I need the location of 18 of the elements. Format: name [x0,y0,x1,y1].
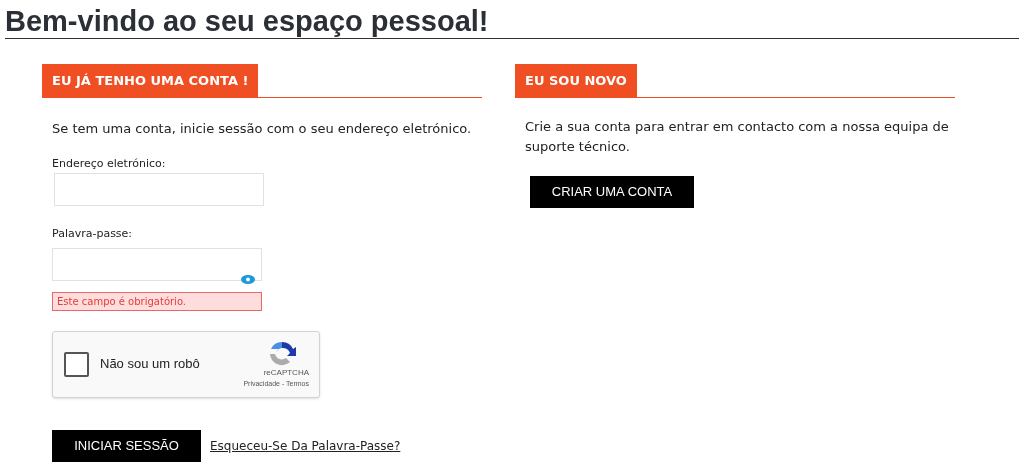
intro-text: Se tem uma conta, inicie sessão com o seu endereço eletrónico. [52,120,473,138]
section-heading: EU SOU NOVO [515,64,637,97]
error-message: Este campo é obrigatório. [52,291,262,311]
field-label: Endereço eletrónico: [52,155,167,172]
section-heading: EU JÁ TENHO UMA CONTA ! [42,64,259,97]
login-button[interactable]: INICIAR SESSÃO [52,429,201,462]
recaptcha-logo-icon [267,339,297,368]
email-field[interactable] [54,173,264,206]
intro-text: Crie a sua conta para entrar em contacto com a nossa equipa de suporte técnico. [525,118,950,156]
page-title: Bem-vindo ao seu espaço pessoal! [5,4,490,38]
field-label: Palavra-passe: [52,226,134,242]
captcha-brand: reCAPTCHA [263,367,309,378]
captcha-checkbox[interactable] [64,351,89,377]
forgot-password-link[interactable]: Esqueceu-Se Da Palavra-Passe? [210,436,401,455]
create-account-button[interactable]: CRIAR UMA CONTA [530,176,694,208]
captcha-label: Não sou um robô [100,355,200,374]
eye-icon[interactable] [241,274,255,284]
password-field[interactable] [52,247,262,281]
